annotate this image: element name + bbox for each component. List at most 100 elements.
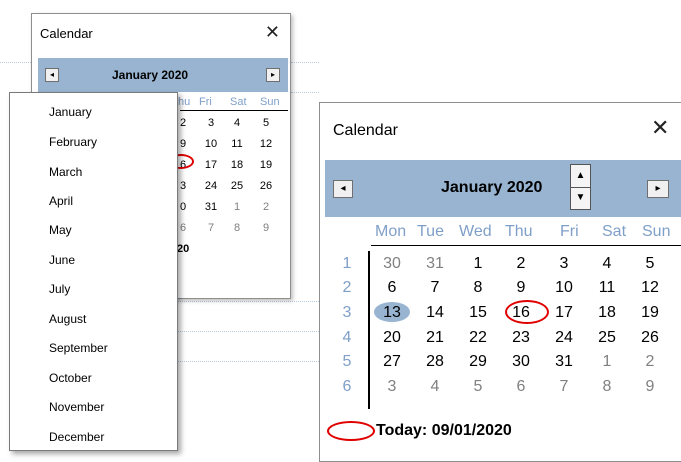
day-of-week-header: Mon xyxy=(375,223,407,240)
day-cell[interactable]: 4 xyxy=(592,255,622,273)
day-cell[interactable]: 1 xyxy=(592,353,622,371)
circled-day-cell[interactable]: 9 xyxy=(506,279,536,297)
day-cell[interactable]: 25 xyxy=(226,180,248,192)
day-cell[interactable]: 30 xyxy=(506,353,536,371)
background-gridline xyxy=(178,361,319,362)
day-of-week-header: Fri xyxy=(560,223,579,240)
month-option[interactable]: February xyxy=(49,135,97,149)
day-cell[interactable]: 14 xyxy=(420,304,450,322)
day-cell[interactable]: 9 xyxy=(635,378,665,396)
day-cell[interactable]: 9 xyxy=(255,222,277,234)
month-option[interactable]: December xyxy=(49,430,104,444)
week-number: 4 xyxy=(342,329,352,346)
small-calendar-titlebar: Calendar ✕ xyxy=(32,14,290,54)
day-cell[interactable]: 29 xyxy=(463,353,493,371)
day-cell[interactable]: 13 xyxy=(377,304,407,322)
day-cell[interactable]: 12 xyxy=(635,279,665,297)
large-calendar-title: Calendar xyxy=(333,122,398,139)
month-option[interactable]: November xyxy=(49,400,104,414)
day-cell[interactable]: 5 xyxy=(463,378,493,396)
day-cell[interactable]: 8 xyxy=(463,279,493,297)
day-cell[interactable]: 3 xyxy=(200,117,222,129)
day-cell[interactable]: 8 xyxy=(592,378,622,396)
red-circle-annotation xyxy=(327,421,375,441)
close-icon[interactable]: ✕ xyxy=(265,22,280,42)
day-cell[interactable]: 27 xyxy=(377,353,407,371)
day-cell[interactable]: 19 xyxy=(255,159,277,171)
day-cell[interactable]: 19 xyxy=(635,304,665,322)
day-cell[interactable]: 12 xyxy=(255,138,277,150)
day-cell[interactable]: 5 xyxy=(635,255,665,273)
day-of-week-header: Wed xyxy=(459,223,492,240)
week-number: 1 xyxy=(342,255,352,272)
month-option[interactable]: January xyxy=(49,105,92,119)
prev-month-button[interactable]: ◂ xyxy=(333,180,353,198)
day-cell[interactable]: 18 xyxy=(592,304,622,322)
day-cell[interactable]: 16 xyxy=(506,304,536,322)
month-option[interactable]: March xyxy=(49,165,82,179)
day-cell[interactable]: 11 xyxy=(226,138,248,150)
month-dropdown-list[interactable]: January February March April May June Ju… xyxy=(9,92,178,451)
year-spinner[interactable]: ▲ ▼ xyxy=(570,164,591,210)
day-of-week-header: Thu xyxy=(505,223,533,240)
small-month-label[interactable]: January 2020 xyxy=(112,68,188,82)
close-icon[interactable]: ✕ xyxy=(651,116,669,140)
month-option[interactable]: July xyxy=(49,282,70,296)
selected-day-cell[interactable]: 7 xyxy=(420,279,450,297)
today-label[interactable]: Today: 09/01/2020 xyxy=(376,422,512,440)
day-of-week-header: Sun xyxy=(642,223,671,240)
day-cell[interactable]: 15 xyxy=(463,304,493,322)
day-cell[interactable]: 5 xyxy=(255,117,277,129)
day-cell[interactable]: 10 xyxy=(200,138,222,150)
day-cell[interactable]: 31 xyxy=(420,255,450,273)
prev-month-button[interactable]: ◂ xyxy=(45,68,59,82)
day-cell[interactable]: 18 xyxy=(226,159,248,171)
day-cell[interactable]: 20 xyxy=(377,329,407,347)
spin-up-icon[interactable]: ▲ xyxy=(571,165,590,188)
day-cell[interactable]: 31 xyxy=(200,201,222,213)
day-cell[interactable]: 23 xyxy=(506,329,536,347)
day-cell[interactable]: 26 xyxy=(635,329,665,347)
day-cell[interactable]: 24 xyxy=(200,180,222,192)
month-option[interactable]: April xyxy=(49,194,73,208)
next-month-button[interactable]: ▸ xyxy=(266,68,280,82)
day-cell[interactable]: 24 xyxy=(549,329,579,347)
day-cell[interactable]: 7 xyxy=(549,378,579,396)
today-label-fragment[interactable]: 20 xyxy=(177,243,189,255)
day-of-week-header: Fri xyxy=(199,96,212,108)
day-cell[interactable]: 30 xyxy=(377,255,407,273)
day-cell[interactable]: 6 xyxy=(377,279,407,297)
day-cell[interactable]: 8 xyxy=(226,222,248,234)
day-cell[interactable]: 1 xyxy=(463,255,493,273)
day-cell[interactable]: 31 xyxy=(549,353,579,371)
month-option[interactable]: September xyxy=(49,341,108,355)
day-cell[interactable]: 4 xyxy=(226,117,248,129)
day-cell[interactable]: 3 xyxy=(549,255,579,273)
day-cell[interactable]: 7 xyxy=(200,222,222,234)
day-cell[interactable]: 2 xyxy=(506,255,536,273)
month-option[interactable]: October xyxy=(49,371,92,385)
large-month-label[interactable]: January 2020 xyxy=(441,179,542,197)
day-cell[interactable]: 11 xyxy=(592,279,622,297)
day-cell[interactable]: 26 xyxy=(255,180,277,192)
day-cell[interactable]: 6 xyxy=(506,378,536,396)
month-option[interactable]: June xyxy=(49,253,75,267)
day-cell[interactable]: 3 xyxy=(377,378,407,396)
month-option[interactable]: May xyxy=(49,223,72,237)
day-cell[interactable]: 17 xyxy=(549,304,579,322)
day-cell[interactable]: 1 xyxy=(226,201,248,213)
day-cell[interactable]: 10 xyxy=(549,279,579,297)
spin-down-icon[interactable]: ▼ xyxy=(571,187,590,209)
day-cell[interactable]: 4 xyxy=(420,378,450,396)
week-number: 6 xyxy=(342,378,352,395)
day-cell[interactable]: 2 xyxy=(635,353,665,371)
next-month-button[interactable]: ▸ xyxy=(647,180,669,198)
day-cell[interactable]: 17 xyxy=(200,159,222,171)
day-cell[interactable]: 25 xyxy=(592,329,622,347)
day-cell[interactable]: 21 xyxy=(420,329,450,347)
day-cell[interactable]: 22 xyxy=(463,329,493,347)
day-cell[interactable]: 28 xyxy=(420,353,450,371)
day-cell[interactable]: 2 xyxy=(255,201,277,213)
month-option[interactable]: August xyxy=(49,312,86,326)
header-divider xyxy=(371,245,681,246)
